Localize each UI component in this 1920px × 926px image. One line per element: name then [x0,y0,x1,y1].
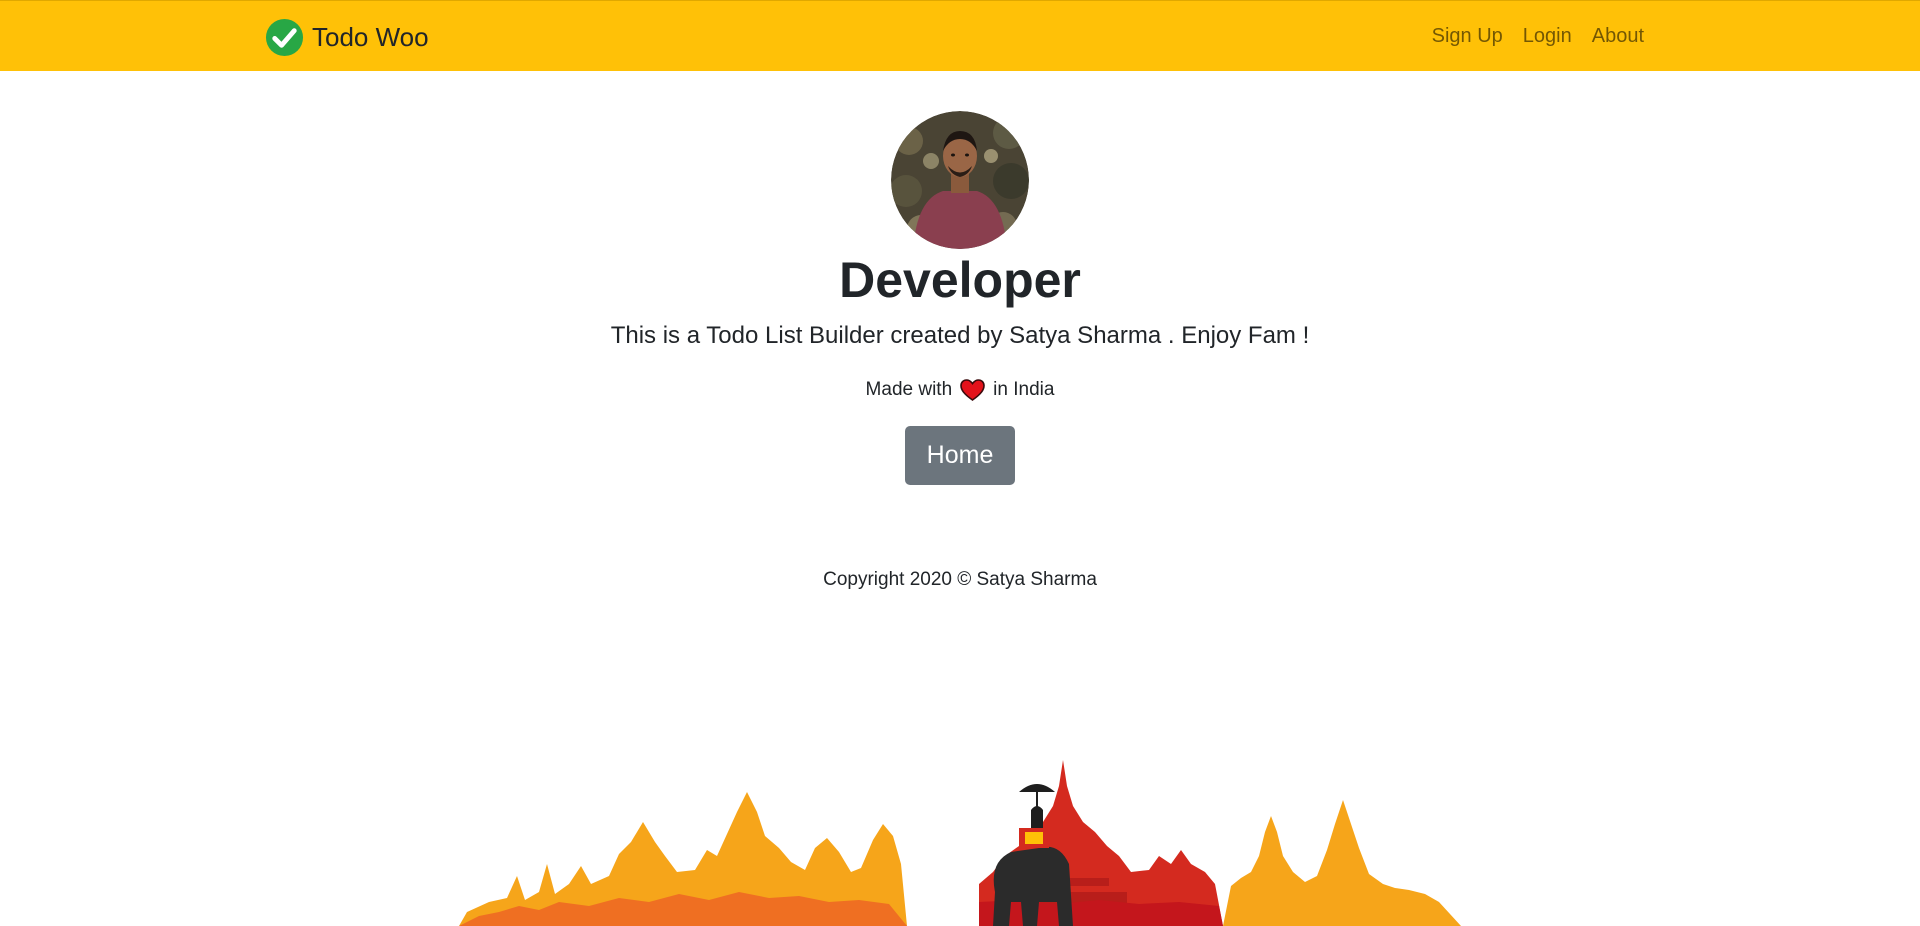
brand-link[interactable]: Todo Woo [265,17,429,57]
heart-icon [960,379,985,401]
navbar: Todo Woo Sign Up Login About [0,0,1920,71]
lead-text: This is a Todo List Builder created by S… [610,322,1310,349]
developer-avatar [891,111,1029,249]
india-skyline-illustration [459,760,1461,926]
page-title: Developer [839,252,1081,308]
made-with-line: Made with in India [0,379,1920,401]
made-with-suffix: in India [993,379,1055,400]
brand-name: Todo Woo [312,22,429,52]
nav-link-sign-up[interactable]: Sign Up [1432,24,1503,48]
copyright-text: Copyright 2020 © Satya Sharma [823,569,1097,590]
nav-link-login[interactable]: Login [1523,24,1572,48]
made-with-prefix: Made with [865,379,953,400]
check-circle-icon [265,18,304,56]
home-button[interactable]: Home [905,426,1015,485]
nav-links: Sign Up Login About [1432,24,1644,48]
nav-link-about[interactable]: About [1592,24,1644,48]
